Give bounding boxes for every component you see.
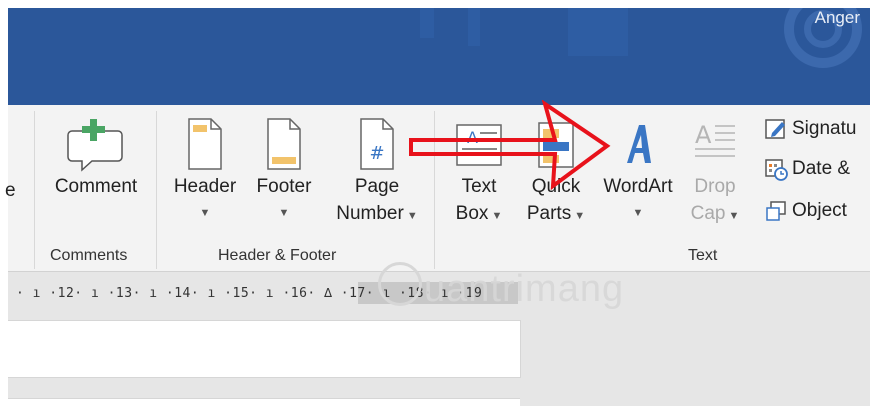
- header-button[interactable]: Header ▼: [164, 115, 246, 227]
- group-separator: [34, 111, 35, 269]
- wordart-icon: [627, 125, 651, 163]
- comment-label: Comment: [54, 176, 138, 197]
- footer-button[interactable]: Footer ▼: [244, 115, 324, 227]
- date-time-icon: [765, 159, 788, 181]
- title-bar: Anger: [8, 8, 870, 105]
- signature-line-label: Signatu: [792, 118, 857, 139]
- user-name[interactable]: Anger: [815, 8, 860, 28]
- new-comment-icon: [67, 119, 123, 172]
- title-decoration: [468, 8, 480, 46]
- object-button[interactable]: Object: [764, 199, 847, 223]
- date-time-label: Date &: [792, 158, 851, 179]
- header-dropdown-arrow-icon[interactable]: ▼: [164, 200, 246, 227]
- object-icon: [766, 201, 786, 221]
- page-number-dropdown-arrow-icon[interactable]: ▼: [404, 210, 418, 222]
- text-box-dropdown-arrow-icon[interactable]: ▼: [488, 210, 502, 222]
- cut-off-label: e: [5, 180, 16, 201]
- word-window: Anger e Comment Comments Header ▼ Footer…: [0, 0, 870, 406]
- signature-line-button[interactable]: Signatu: [764, 117, 856, 141]
- watermark-logo-icon: [378, 262, 422, 306]
- header-footer-group-label: Header & Footer: [218, 247, 337, 264]
- footer-label: Footer: [256, 176, 312, 197]
- quick-parts-dropdown-arrow-icon[interactable]: ▼: [571, 210, 585, 222]
- svg-text:A: A: [695, 121, 712, 149]
- text-group-label: Text: [688, 247, 718, 264]
- group-separator: [156, 111, 157, 269]
- quick-parts-label-line2: Parts: [526, 203, 572, 224]
- next-document-page[interactable]: [8, 398, 520, 406]
- header-label: Header: [173, 176, 237, 197]
- page-number-label-line2: Number: [336, 203, 404, 224]
- drop-cap-dropdown-arrow-icon[interactable]: ▼: [725, 210, 740, 222]
- drop-cap-label-line2: Cap: [690, 203, 726, 224]
- footer-icon: [267, 118, 301, 170]
- document-page[interactable]: [8, 320, 521, 378]
- drop-cap-icon: A: [695, 121, 735, 157]
- title-decoration: [420, 8, 434, 38]
- comment-button[interactable]: Comment: [42, 115, 150, 200]
- footer-dropdown-arrow-icon[interactable]: ▼: [244, 200, 324, 227]
- watermark-text: uantrimang: [424, 268, 625, 310]
- signature-line-icon: [765, 119, 785, 139]
- header-icon: [188, 118, 222, 170]
- comments-group-label: Comments: [50, 247, 128, 264]
- object-label: Object: [792, 200, 847, 221]
- drop-cap-button[interactable]: A Drop Cap ▼: [684, 115, 746, 230]
- svg-text:#: #: [369, 143, 384, 164]
- date-time-button[interactable]: Date &: [764, 157, 850, 181]
- wordart-dropdown-arrow-icon[interactable]: ▼: [592, 200, 684, 227]
- title-decoration: [568, 8, 628, 56]
- drop-cap-label-line1: Drop: [694, 176, 736, 197]
- page-number-icon: #: [360, 118, 394, 170]
- red-annotation-arrow-icon: [409, 100, 611, 191]
- text-box-label-line2: Box: [455, 203, 489, 224]
